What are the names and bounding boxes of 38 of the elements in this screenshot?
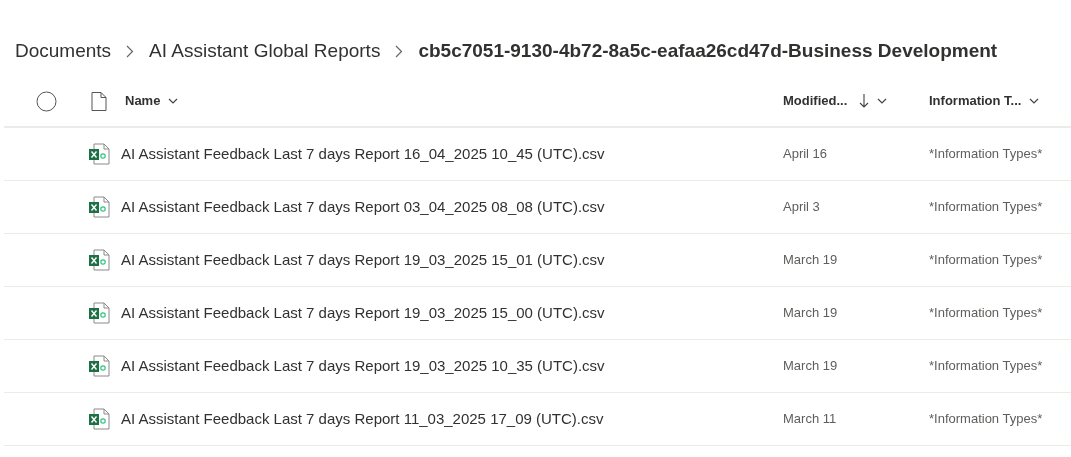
modified-date-cell-text: April 3	[783, 198, 821, 217]
modified-date-cell-text: March 19	[783, 251, 839, 270]
file-name-cell[interactable]: AI Assistant Feedback Last 7 days Report 19_03_2025 15_00 (UTC).csv	[121, 301, 783, 325]
file-name-cell[interactable]: AI Assistant Feedback Last 7 days Report 16_04_2025 10_45 (UTC).csv	[121, 142, 783, 166]
spreadsheet-file-icon	[88, 408, 110, 430]
information-types-cell-text: *Information Types*	[929, 304, 1044, 323]
information-types-cell-text: *Information Types*	[929, 198, 1044, 217]
chevron-down-icon	[168, 98, 179, 104]
column-header[interactable]: Modified...	[783, 83, 929, 119]
spreadsheet-file-icon	[88, 249, 110, 271]
chevron-right-icon	[395, 44, 404, 58]
modified-date-cell-text: March 19	[783, 357, 839, 376]
information-types-cell-text: *Information Types*	[929, 410, 1044, 429]
sort-descending-arrow-icon	[859, 93, 870, 109]
modified-date-cell-text: March 11	[783, 410, 838, 429]
chevron-right-icon	[126, 44, 135, 58]
chevron-down-icon	[877, 98, 888, 104]
spreadsheet-file-icon	[88, 355, 110, 377]
file-name-cell[interactable]: AI Assistant Feedback Last 7 days Report 11_03_2025 17_09 (UTC).csv	[121, 407, 783, 431]
breadcrumb-item[interactable]: AI Assistant Global Reports	[149, 36, 381, 66]
chevron-down-icon	[1029, 98, 1040, 104]
file-name-cell[interactable]: AI Assistant Feedback Last 7 days Report 03_04_2025 08_08 (UTC).csv	[121, 195, 783, 219]
information-types-cell-text: *Information Types*	[929, 145, 1044, 164]
spreadsheet-file-icon	[88, 143, 110, 165]
file-name-cell[interactable]: AI Assistant Feedback Last 7 days Report 19_03_2025 10_35 (UTC).csv	[121, 354, 783, 378]
breadcrumb-item[interactable]: cb5c7051-9130-4b72-8a5c-eafaa26cd47d-Business Development	[418, 36, 998, 66]
column-header[interactable]: Information T...	[929, 83, 1059, 119]
breadcrumb-item[interactable]: Documents	[15, 36, 112, 66]
file-type-icon	[91, 91, 107, 111]
spreadsheet-file-icon	[88, 302, 110, 324]
modified-date-cell-text: April 16	[783, 145, 829, 164]
information-types-cell-text: *Information Types*	[929, 357, 1044, 376]
spreadsheet-file-icon	[88, 196, 110, 218]
file-name-cell[interactable]: AI Assistant Feedback Last 7 days Report 19_03_2025 15_01 (UTC).csv	[121, 248, 783, 272]
information-types-cell-text: *Information Types*	[929, 251, 1044, 270]
select-all-circle-icon[interactable]	[36, 90, 57, 112]
column-header[interactable]: Name	[121, 83, 783, 119]
modified-date-cell-text: March 19	[783, 304, 839, 323]
